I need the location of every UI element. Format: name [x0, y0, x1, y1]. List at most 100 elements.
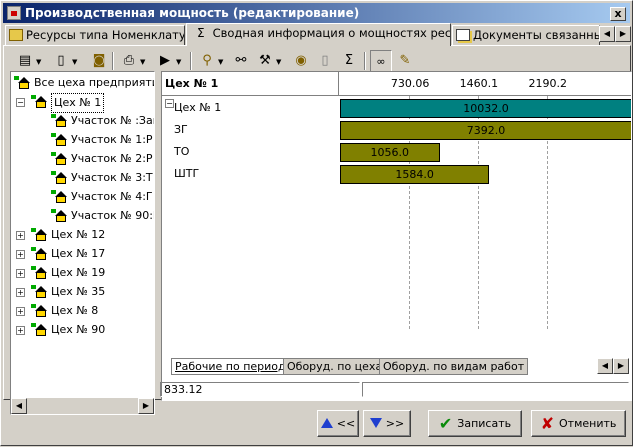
workshop-icon: [31, 95, 49, 109]
grid-row[interactable]: ШТГ 1584.0: [162, 163, 631, 185]
tree-item[interactable]: + Цех № 12: [11, 226, 154, 244]
check-icon: ✔: [438, 414, 453, 433]
tree-item[interactable]: Все цеха предприятия: [11, 74, 154, 92]
run-icon[interactable]: ▶: [154, 50, 176, 72]
tree-item-label: Цех № 90: [51, 323, 106, 336]
cancel-button[interactable]: ✘ Отменить: [531, 410, 626, 437]
grid-row[interactable]: ТО 1056.0: [162, 141, 631, 163]
filter-icon[interactable]: ⚲: [196, 50, 218, 72]
chevron-down-icon[interactable]: ▼: [218, 58, 223, 66]
resources-icon: [9, 29, 23, 41]
tree-item[interactable]: Участок № 3:Т: [11, 169, 154, 187]
cancel-icon: ✘: [540, 414, 555, 433]
expand-icon[interactable]: +: [16, 269, 25, 278]
status-value: 833.12: [160, 382, 360, 397]
tree-item[interactable]: Участок № 1:Р: [11, 131, 154, 149]
section-icon: [51, 114, 69, 128]
report-icon[interactable]: ◙: [88, 50, 110, 72]
documents-icon: [456, 29, 470, 41]
sigma-button[interactable]: Σ: [338, 50, 360, 72]
expand-icon[interactable]: +: [16, 231, 25, 240]
separator: [190, 52, 192, 70]
bottom-tab-equipment-shops[interactable]: Оборуд. по цехам: [283, 358, 395, 375]
grid-header: Цех № 1 730.06 1460.1 2190.2: [162, 72, 631, 96]
tab-resources[interactable]: Ресурсы типа Номенклатура: [5, 25, 185, 45]
tab-summary[interactable]: Σ Сводная информация о мощностях ресурсов: [186, 23, 451, 46]
window-title: Производственная мощность (редактировани…: [25, 6, 360, 20]
grid-row[interactable]: ЗГ 7392.0: [162, 119, 631, 141]
chevron-down-icon[interactable]: ▼: [36, 58, 41, 66]
tree-view[interactable]: Все цеха предприятия − Цех № 1 Участок № :З…: [10, 71, 155, 415]
collapse-icon[interactable]: −: [16, 98, 25, 107]
find-icon[interactable]: ⚯: [230, 50, 252, 72]
doc-icon[interactable]: ▯: [50, 50, 72, 72]
tree-item-label: Цех № 19: [51, 266, 106, 279]
tree-item-label: Участок № 4:Г: [71, 190, 153, 203]
workshop-icon: [31, 304, 49, 318]
tab-scroll-left[interactable]: ◀: [599, 26, 615, 42]
save-button[interactable]: ✔ Записать: [428, 410, 522, 437]
tree-item[interactable]: + Цех № 90: [11, 321, 154, 339]
tree-item-label: Цех № 1: [51, 93, 105, 113]
expand-icon[interactable]: +: [16, 326, 25, 335]
prev-button[interactable]: <<: [317, 410, 359, 437]
capacity-bar[interactable]: 7392.0: [340, 121, 631, 140]
bottom-tab-equipment-work-types[interactable]: Оборуд. по видам работ: [379, 358, 529, 375]
tree-item[interactable]: Участок № 4:Г: [11, 188, 154, 206]
section-icon: [51, 133, 69, 147]
bottom-tab-workers[interactable]: Рабочие по периоду: [171, 358, 297, 375]
section-icon: [51, 171, 69, 185]
sigma-icon: Σ: [197, 26, 205, 40]
workshop-icon: [31, 228, 49, 242]
capacity-bar[interactable]: 10032.0: [340, 99, 631, 118]
expand-icon[interactable]: +: [16, 288, 25, 297]
tree-item[interactable]: Участок № 2:Р: [11, 150, 154, 168]
tree-item-label: Участок № 3:Т: [71, 171, 153, 184]
next-button[interactable]: >>: [363, 410, 411, 437]
chevron-down-icon[interactable]: ▼: [140, 58, 145, 66]
copy-icon[interactable]: ▯: [314, 50, 336, 72]
grid-row[interactable]: − Цех № 1 10032.0: [162, 97, 631, 119]
tab-scroll-right[interactable]: ▶: [615, 26, 631, 42]
edit-icon[interactable]: ✎: [394, 50, 416, 72]
tree-item-label: Участок № 2:Р: [71, 152, 153, 165]
print-icon[interactable]: ⎙: [118, 50, 140, 72]
title-bar: Производственная мощность (редактировани…: [3, 3, 630, 23]
tree-item-label: Участок № 90:И: [71, 209, 155, 222]
tree-item-label: Участок № :Зак: [71, 114, 155, 127]
row-label: ШТГ: [174, 167, 200, 180]
view-icon[interactable]: ▤: [14, 50, 36, 72]
workshop-icon: [31, 247, 49, 261]
tab-documents[interactable]: Документы связанные: [452, 25, 600, 45]
close-button[interactable]: x: [610, 7, 626, 21]
bottom-tabs: Рабочие по периоду Оборуд. по цехам Обор…: [161, 358, 631, 376]
tab-label: Ресурсы типа Номенклатура: [26, 28, 185, 42]
row-label: ТО: [174, 145, 190, 158]
arrow-up-icon: [320, 418, 333, 428]
tree-item[interactable]: + Цех № 35: [11, 283, 154, 301]
main-window: Производственная мощность (редактировани…: [0, 0, 633, 446]
capacity-bar[interactable]: 1056.0: [340, 143, 440, 162]
chevron-down-icon[interactable]: ▼: [276, 58, 281, 66]
tools-icon[interactable]: ⚒: [254, 50, 276, 72]
tree-item[interactable]: − Цех № 1: [11, 93, 154, 113]
tree-item[interactable]: + Цех № 8: [11, 302, 154, 320]
scroll-right-icon[interactable]: ▶: [613, 358, 629, 374]
info-icon[interactable]: ◉: [290, 50, 312, 72]
tree-item[interactable]: + Цех № 17: [11, 245, 154, 263]
app-icon: [7, 6, 21, 20]
expand-icon[interactable]: +: [16, 307, 25, 316]
glasses-icon[interactable]: ∞: [370, 50, 392, 72]
chevron-down-icon[interactable]: ▼: [176, 58, 181, 66]
capacity-grid[interactable]: Цех № 1 730.06 1460.1 2190.2 − Цех № 1 10032…: [161, 71, 632, 401]
scroll-left-icon[interactable]: ◀: [597, 358, 613, 374]
tree-item[interactable]: Участок № :Зак: [11, 112, 155, 130]
save-label: Записать: [457, 417, 512, 430]
tree-item[interactable]: Участок № 90:И: [11, 207, 155, 225]
tree-item-label: Участок № 1:Р: [71, 133, 153, 146]
capacity-bar[interactable]: 1584.0: [340, 165, 490, 184]
tree-item[interactable]: + Цех № 19: [11, 264, 154, 282]
expand-icon[interactable]: +: [16, 250, 25, 259]
chevron-down-icon[interactable]: ▼: [72, 58, 77, 66]
tree-item-label: Цех № 8: [51, 304, 99, 317]
